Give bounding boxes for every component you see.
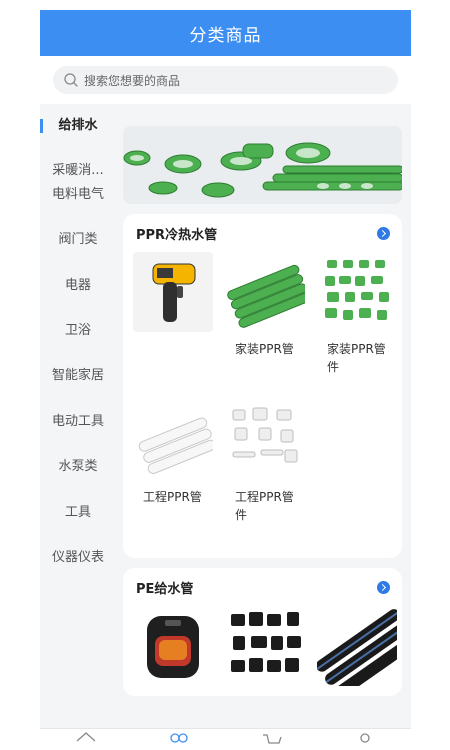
category-sidebar: 给排水 采暖消... 电料电气 阀门类 电器 卫浴 智能家居 电动工具 水泵类 … (40, 104, 116, 728)
white-ppr-pipe-image (133, 400, 213, 480)
sidebar-item-label: 电器 (64, 277, 91, 293)
green-pipe-fittings-image (123, 126, 402, 204)
section-title: PPR冷热水管 (136, 227, 218, 243)
sidebar-item-tools[interactable]: 工具 (40, 505, 116, 550)
chevron-right-circle-icon[interactable] (377, 226, 390, 240)
product-item[interactable] (133, 606, 219, 686)
product-grid: 家装PPR管 家装PPR管件 工程PPR管 工程PPR管件 (123, 252, 402, 548)
category-banner[interactable] (123, 126, 402, 204)
product-item[interactable]: 工程PPR管 (133, 400, 219, 548)
product-name: 工程PPR管件 (235, 490, 294, 522)
bottom-tab-bar (40, 728, 411, 750)
cart-icon[interactable] (259, 729, 285, 745)
sidebar-item-valves[interactable]: 阀门类 (40, 232, 116, 277)
app-screen: 分类商品 搜索您想要的商品 给排水 采暖消... 电料电气 阀门类 电器 卫浴 … (40, 10, 411, 750)
sidebar-item-appliances[interactable]: 电器 (40, 278, 116, 323)
section-ppr-pipes: PPR冷热水管 家装PPR管 家装PPR管件 工程PPR管 工程PPR管件 (123, 214, 402, 558)
sidebar-item-electrical[interactable]: 电料电气 (40, 187, 116, 232)
product-name: 工程PPR管 (143, 490, 202, 504)
white-ppr-fittings-image (225, 400, 305, 480)
sidebar-item-label: 工具 (64, 504, 91, 520)
sidebar-item-power-tools[interactable]: 电动工具 (40, 414, 116, 459)
chevron-right-circle-icon[interactable] (377, 580, 390, 594)
sidebar-item-label: 电动工具 (51, 413, 104, 429)
sidebar-item-water-supply[interactable]: 给排水 (40, 118, 116, 163)
product-item[interactable]: 家装PPR管件 (317, 252, 403, 400)
product-item[interactable] (317, 606, 403, 686)
product-item[interactable]: 家装PPR管 (225, 252, 311, 400)
green-ppr-fittings-image (317, 252, 397, 332)
sidebar-item-label: 给排水 (58, 118, 98, 133)
category-icon[interactable] (166, 729, 192, 745)
sidebar-item-label: 水泵类 (58, 459, 98, 475)
air-fryer-image (133, 606, 213, 686)
sidebar-item-pumps[interactable]: 水泵类 (40, 459, 116, 504)
product-item[interactable] (133, 252, 219, 400)
home-icon[interactable] (73, 729, 99, 745)
sidebar-item-instruments[interactable]: 仪器仪表 (40, 550, 116, 595)
section-header: PPR冷热水管 (123, 214, 402, 252)
search-input[interactable]: 搜索您想要的商品 (53, 66, 398, 94)
section-pe-pipes: PE给水管 (123, 568, 402, 696)
green-ppr-pipe-image (225, 252, 305, 332)
search-icon (64, 73, 78, 87)
product-name: 家装PPR管件 (327, 342, 386, 374)
pe-fittings-image (225, 606, 305, 686)
section-title: PE给水管 (136, 581, 194, 597)
search-placeholder: 搜索您想要的商品 (84, 73, 181, 88)
search-bar-container: 搜索您想要的商品 (40, 56, 411, 104)
product-item[interactable]: 工程PPR管件 (225, 400, 311, 548)
product-item[interactable] (225, 606, 311, 686)
user-icon[interactable] (352, 729, 378, 745)
sidebar-item-label: 卫浴 (64, 322, 91, 338)
main-body: 给排水 采暖消... 电料电气 阀门类 电器 卫浴 智能家居 电动工具 水泵类 … (40, 104, 411, 728)
sidebar-item-label: 仪器仪表 (51, 549, 104, 565)
infrared-thermometer-image (133, 252, 213, 332)
sidebar-item-label: 电料电气 (51, 186, 104, 202)
sidebar-item-bathroom[interactable]: 卫浴 (40, 323, 116, 368)
page-title: 分类商品 (189, 25, 262, 46)
category-content: PPR冷热水管 家装PPR管 家装PPR管件 工程PPR管 工程PPR管件 PE… (116, 104, 411, 728)
sidebar-item-smart-home[interactable]: 智能家居 (40, 368, 116, 413)
sidebar-item-label: 智能家居 (51, 368, 104, 384)
section-header: PE给水管 (123, 568, 402, 606)
sidebar-item-label: 采暖消... (52, 163, 104, 179)
sidebar-item-label: 阀门类 (58, 232, 98, 248)
app-header: 分类商品 (40, 10, 411, 56)
black-pe-pipe-image (317, 606, 397, 686)
product-grid (123, 606, 402, 686)
product-name: 家装PPR管 (235, 342, 294, 356)
